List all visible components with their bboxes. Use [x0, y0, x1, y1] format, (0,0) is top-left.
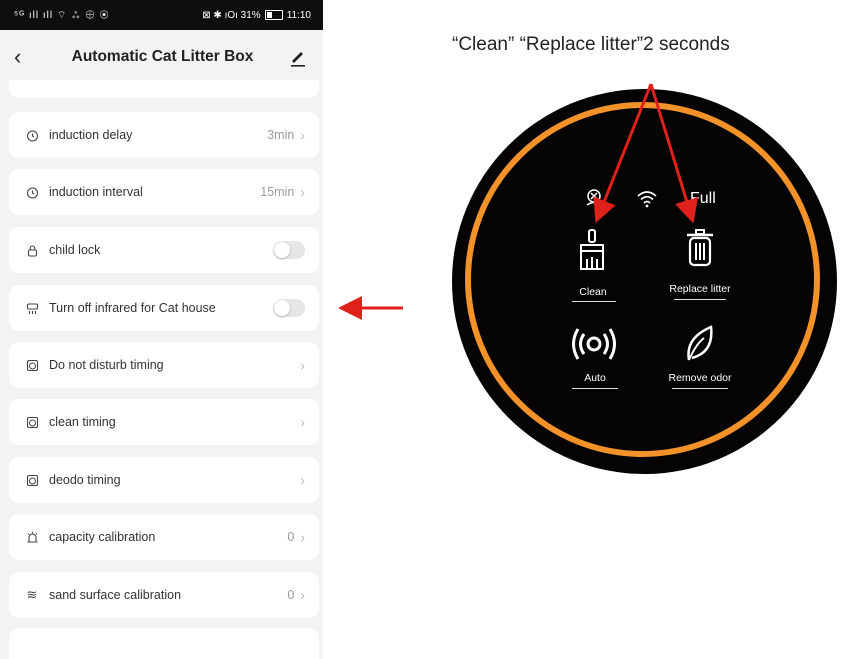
leaf-icon[interactable]	[684, 324, 714, 364]
infrared-toggle[interactable]	[273, 299, 305, 317]
broom-icon[interactable]	[578, 229, 606, 271]
next-card	[9, 628, 319, 659]
setting-label: Turn off infrared for Cat house	[49, 301, 216, 315]
battery-icon	[264, 10, 283, 20]
phone-screen: ⁵ᴳ ıll ıll ⌔ ⁂ ⊕ ◉ ⊠ ✱ ıOı 31% 11:10 ‹ A…	[0, 0, 323, 659]
setting-label: clean timing	[49, 415, 116, 429]
setting-value: 3min	[267, 128, 295, 142]
setting-row-deodo-timing[interactable]: deodo timing ›	[9, 457, 319, 503]
setting-label: Do not disturb timing	[49, 358, 164, 372]
setting-row-induction-interval[interactable]: induction interval 15min ›	[9, 169, 319, 215]
setting-label: deodo timing	[49, 473, 121, 487]
waves-icon: ≋	[26, 587, 38, 602]
alarm-icon	[25, 415, 39, 429]
auto-broadcast-icon[interactable]	[572, 326, 616, 362]
setting-value: 15min	[260, 185, 295, 199]
chevron-right-icon: ›	[300, 184, 305, 200]
chevron-right-icon: ›	[300, 414, 305, 430]
auto-button-label[interactable]: Auto	[570, 372, 620, 384]
remove-odor-underline	[672, 388, 728, 389]
previous-card	[9, 80, 319, 98]
setting-row-sand-surface-calibration[interactable]: ≋ sand surface calibration 0 ›	[9, 572, 319, 618]
page-title: Automatic Cat Litter Box	[71, 48, 254, 65]
setting-row-clean-timing[interactable]: clean timing ›	[9, 399, 319, 445]
timer-icon	[25, 185, 39, 199]
edit-pencil-icon[interactable]	[287, 46, 309, 68]
setting-row-capacity-calibration[interactable]: capacity calibration 0 ›	[9, 514, 319, 560]
setting-row-induction-delay[interactable]: induction delay 3min ›	[9, 112, 319, 158]
annotation-text: “Clean” “Replace litter”2 seconds	[452, 34, 730, 55]
status-time: 11:10	[286, 9, 311, 21]
setting-label: sand surface calibration	[49, 588, 182, 602]
lock-icon	[25, 243, 39, 257]
replace-litter-button-label[interactable]: Replace litter	[650, 283, 750, 295]
panel-orange-ring	[465, 102, 820, 457]
alarm-icon	[25, 473, 39, 487]
setting-label: capacity calibration	[49, 530, 156, 544]
status-left-icons: ⁵ᴳ ıll ıll ⌔ ⁂ ⊕ ◉	[14, 9, 110, 21]
clean-button-label[interactable]: Clean	[568, 286, 618, 298]
replace-litter-underline	[674, 299, 726, 300]
child-lock-toggle[interactable]	[273, 241, 305, 259]
status-right-icons: ⊠ ✱ ıOı 31%	[202, 9, 261, 21]
setting-label: induction delay	[49, 128, 133, 142]
full-indicator: Full	[690, 190, 716, 207]
clean-underline	[572, 301, 616, 302]
setting-row-do-not-disturb[interactable]: Do not disturb timing ›	[9, 342, 319, 388]
chevron-right-icon: ›	[300, 587, 305, 603]
remove-odor-button-label[interactable]: Remove odor	[652, 372, 748, 384]
infrared-icon	[25, 301, 39, 315]
timer-icon	[25, 128, 39, 142]
chevron-right-icon: ›	[300, 127, 305, 143]
back-chevron-icon[interactable]: ‹	[14, 44, 38, 70]
alarm-icon	[25, 358, 39, 372]
setting-label: induction interval	[49, 185, 143, 199]
trash-can-icon[interactable]	[685, 229, 715, 271]
status-bar: ⁵ᴳ ıll ıll ⌔ ⁂ ⊕ ◉ ⊠ ✱ ıOı 31% 11:10	[0, 0, 323, 30]
wifi-icon	[637, 191, 657, 208]
bell-icon	[25, 530, 39, 544]
chevron-right-icon: ›	[300, 472, 305, 488]
auto-underline	[572, 388, 618, 389]
setting-label: child lock	[49, 243, 101, 257]
cat-alert-icon	[586, 189, 602, 206]
chevron-right-icon: ›	[300, 529, 305, 545]
nav-bar: ‹ Automatic Cat Litter Box	[0, 30, 323, 84]
setting-row-infrared: Turn off infrared for Cat house	[9, 285, 319, 331]
setting-row-child-lock: child lock	[9, 227, 319, 273]
setting-value: 0	[287, 588, 295, 602]
chevron-right-icon: ›	[300, 357, 305, 373]
setting-value: 0	[287, 530, 295, 544]
